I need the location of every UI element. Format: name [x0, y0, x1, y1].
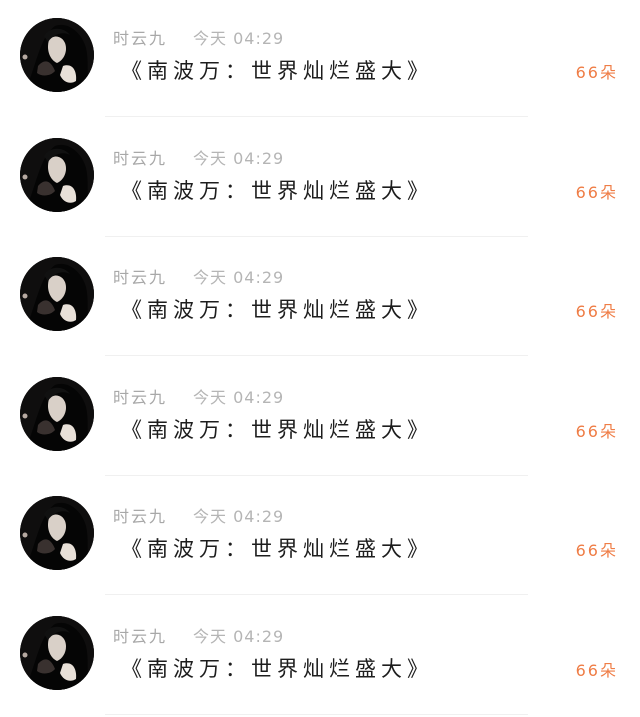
avatar[interactable] — [20, 18, 94, 92]
divider — [105, 355, 528, 356]
timestamp: 今天 04:29 — [193, 148, 284, 170]
divider — [105, 116, 528, 117]
message-feed: 时云九 今天 04:29 《南波万：世界灿烂盛大》 66朵 时云九 今天 04:… — [0, 0, 640, 714]
author-name[interactable]: 时云九 — [113, 506, 167, 528]
avatar[interactable] — [20, 138, 94, 212]
author-name[interactable]: 时云九 — [113, 626, 167, 648]
author-name[interactable]: 时云九 — [113, 148, 167, 170]
message-item[interactable]: 时云九 今天 04:29 《南波万：世界灿烂盛大》 66朵 — [0, 120, 640, 240]
avatar[interactable] — [20, 377, 94, 451]
flower-count: 66朵 — [576, 421, 618, 443]
message-item[interactable]: 时云九 今天 04:29 《南波万：世界灿烂盛大》 66朵 — [0, 478, 640, 598]
timestamp: 今天 04:29 — [193, 626, 284, 648]
timestamp: 今天 04:29 — [193, 387, 284, 409]
message-text[interactable]: 《南波万：世界灿烂盛大》 — [121, 57, 433, 85]
message-item[interactable]: 时云九 今天 04:29 《南波万：世界灿烂盛大》 66朵 — [0, 598, 640, 717]
flower-count: 66朵 — [576, 660, 618, 682]
message-text[interactable]: 《南波万：世界灿烂盛大》 — [121, 296, 433, 324]
avatar[interactable] — [20, 257, 94, 331]
divider — [105, 475, 528, 476]
flower-count: 66朵 — [576, 540, 618, 562]
author-name[interactable]: 时云九 — [113, 387, 167, 409]
divider — [105, 594, 528, 595]
message-text[interactable]: 《南波万：世界灿烂盛大》 — [121, 535, 433, 563]
flower-count: 66朵 — [576, 182, 618, 204]
timestamp: 今天 04:29 — [193, 267, 284, 289]
timestamp: 今天 04:29 — [193, 506, 284, 528]
author-name[interactable]: 时云九 — [113, 28, 167, 50]
message-item[interactable]: 时云九 今天 04:29 《南波万：世界灿烂盛大》 66朵 — [0, 0, 640, 120]
flower-count: 66朵 — [576, 301, 618, 323]
message-item[interactable]: 时云九 今天 04:29 《南波万：世界灿烂盛大》 66朵 — [0, 359, 640, 479]
message-text[interactable]: 《南波万：世界灿烂盛大》 — [121, 416, 433, 444]
author-name[interactable]: 时云九 — [113, 267, 167, 289]
avatar[interactable] — [20, 496, 94, 570]
message-item[interactable]: 时云九 今天 04:29 《南波万：世界灿烂盛大》 66朵 — [0, 239, 640, 359]
timestamp: 今天 04:29 — [193, 28, 284, 50]
flower-count: 66朵 — [576, 62, 618, 84]
message-text[interactable]: 《南波万：世界灿烂盛大》 — [121, 655, 433, 683]
message-text[interactable]: 《南波万：世界灿烂盛大》 — [121, 177, 433, 205]
divider — [105, 236, 528, 237]
avatar[interactable] — [20, 616, 94, 690]
